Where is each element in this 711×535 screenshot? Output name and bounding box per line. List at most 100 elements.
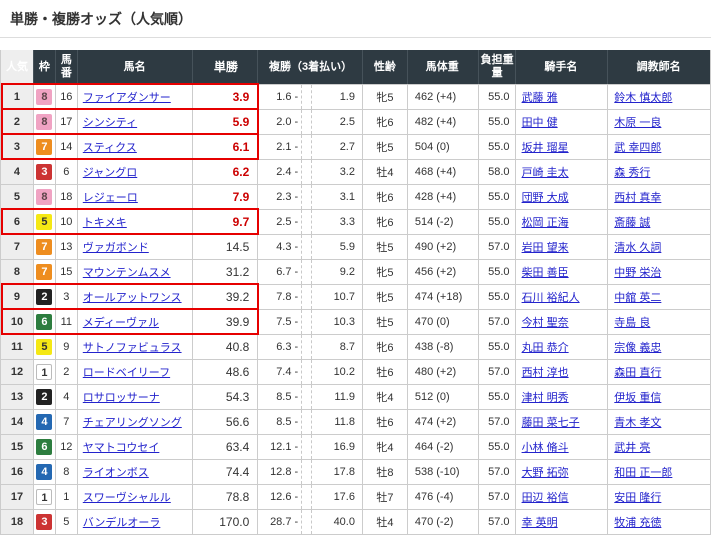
horse-name-link[interactable]: シンシティ	[83, 114, 137, 130]
place-low: 2.0	[258, 116, 291, 128]
horse-number: 7	[56, 410, 78, 434]
horse-weight: 504 (0)	[408, 135, 479, 159]
jockey-link[interactable]: 団野 大成	[522, 189, 569, 205]
jockey-link[interactable]: 藤田 菜七子	[522, 414, 580, 430]
place-low: 12.1	[258, 441, 291, 453]
trainer-cell: 伊坂 重信	[608, 385, 710, 409]
jockey-link[interactable]: 戸崎 圭太	[522, 164, 569, 180]
jockey-link[interactable]: 津村 明秀	[522, 389, 569, 405]
jockey-link[interactable]: 西村 淳也	[522, 364, 569, 380]
horse-name-link[interactable]: レジェーロ	[83, 189, 138, 205]
place-odds: 7.5 - 10.3	[258, 310, 363, 334]
frame-badge: 8	[36, 89, 52, 105]
sex-age: 牡4	[363, 160, 408, 184]
trainer-link[interactable]: 安田 隆行	[614, 489, 661, 505]
table-row: 18 3 5 バンデルオーラ 170.0 28.7 - 40.0 牡4 470 …	[1, 509, 710, 534]
horse-number: 2	[56, 360, 78, 384]
trainer-cell: 青木 孝文	[608, 410, 710, 434]
place-high: 3.2	[314, 166, 355, 178]
horse-name-link[interactable]: サトノファビュラス	[83, 339, 182, 355]
trainer-link[interactable]: 木原 一良	[614, 114, 661, 130]
rank-cell: 18	[1, 510, 34, 534]
horse-name-link[interactable]: トキメキ	[83, 214, 127, 230]
jockey-cell: 大野 拓弥	[516, 460, 609, 484]
trainer-link[interactable]: 和田 正一郎	[614, 464, 672, 480]
carried-weight: 55.0	[479, 210, 516, 234]
trainer-link[interactable]: 西村 真幸	[614, 189, 661, 205]
jockey-link[interactable]: 柴田 善臣	[522, 264, 569, 280]
jockey-link[interactable]: 坂井 瑠星	[522, 139, 569, 155]
horse-name-link[interactable]: ロサロッサーナ	[83, 389, 160, 405]
jockey-link[interactable]: 幸 英明	[522, 514, 558, 530]
trainer-link[interactable]: 牧浦 充徳	[614, 514, 661, 530]
place-low: 7.5	[258, 316, 291, 328]
horse-name-cell: オールアットワンス	[78, 285, 194, 309]
win-odds: 3.9	[193, 85, 258, 109]
horse-name-link[interactable]: バンデルオーラ	[83, 514, 161, 530]
jockey-link[interactable]: 丸田 恭介	[522, 339, 569, 355]
place-low: 1.6	[258, 91, 291, 103]
horse-name-link[interactable]: メディーヴァル	[83, 314, 159, 330]
table-row: 3 7 14 スティクス 6.1 2.1 - 2.7 牝5 504 (0) 55…	[1, 134, 710, 159]
place-odds: 1.6 - 1.9	[258, 85, 363, 109]
sex-age: 牡5	[363, 310, 408, 334]
trainer-link[interactable]: 武井 亮	[614, 439, 650, 455]
trainer-link[interactable]: 中舘 英二	[614, 289, 661, 305]
trainer-link[interactable]: 武 幸四郎	[614, 139, 661, 155]
horse-name-link[interactable]: ライオンボス	[83, 464, 149, 480]
sex-age: 牝5	[363, 135, 408, 159]
carried-weight: 57.0	[479, 310, 516, 334]
table-row: 10 6 11 メディーヴァル 39.9 7.5 - 10.3 牡5 470 (…	[1, 309, 710, 334]
jockey-link[interactable]: 田中 健	[522, 114, 558, 130]
horse-name-link[interactable]: チェアリングソング	[83, 414, 182, 430]
jockey-link[interactable]: 小林 脩斗	[522, 439, 569, 455]
horse-number: 16	[56, 85, 78, 109]
trainer-link[interactable]: 清水 久詞	[614, 239, 661, 255]
carried-weight: 55.0	[479, 260, 516, 284]
horse-name-cell: メディーヴァル	[78, 310, 194, 334]
sex-age: 牝5	[363, 260, 408, 284]
trainer-link[interactable]: 斎藤 誠	[614, 214, 650, 230]
horse-name-link[interactable]: ヤマトコウセイ	[83, 439, 160, 455]
horse-name-link[interactable]: ファイアダンサー	[83, 89, 171, 105]
place-divider	[301, 260, 312, 284]
place-low: 7.4	[258, 366, 291, 378]
frame-badge: 7	[36, 239, 52, 255]
jockey-link[interactable]: 今村 聖奈	[522, 314, 569, 330]
horse-name-link[interactable]: オールアットワンス	[83, 289, 182, 305]
horse-name-link[interactable]: ヴァガボンド	[83, 239, 149, 255]
horse-name-link[interactable]: ロードベイリーフ	[83, 364, 170, 380]
horse-number: 1	[56, 485, 78, 509]
sex-age: 牝5	[363, 285, 408, 309]
trainer-link[interactable]: 森田 直行	[614, 364, 661, 380]
trainer-link[interactable]: 中野 栄治	[614, 264, 661, 280]
jockey-link[interactable]: 岩田 望来	[522, 239, 569, 255]
place-odds: 2.5 - 3.3	[258, 210, 363, 234]
win-odds: 9.7	[193, 210, 258, 234]
horse-weight: 456 (+2)	[408, 260, 479, 284]
jockey-link[interactable]: 大野 拓弥	[522, 464, 569, 480]
jockey-link[interactable]: 田辺 裕信	[522, 489, 569, 505]
place-odds: 6.3 - 8.7	[258, 335, 363, 359]
horse-name-link[interactable]: マウンテンムスメ	[83, 264, 171, 280]
place-high: 10.7	[314, 291, 355, 303]
horse-name-link[interactable]: スワーヴシャルル	[83, 489, 171, 505]
page-title: 単勝・複勝オッズ（人気順）	[0, 0, 711, 37]
trainer-link[interactable]: 寺島 良	[614, 314, 650, 330]
trainer-link[interactable]: 鈴木 慎太郎	[614, 89, 672, 105]
place-divider	[301, 160, 312, 184]
horse-name-link[interactable]: スティクス	[83, 139, 137, 155]
place-high: 16.9	[314, 441, 355, 453]
trainer-link[interactable]: 伊坂 重信	[614, 389, 661, 405]
jockey-link[interactable]: 松岡 正海	[522, 214, 569, 230]
trainer-link[interactable]: 森 秀行	[614, 164, 650, 180]
jockey-link[interactable]: 石川 裕紀人	[522, 289, 580, 305]
jockey-cell: 田辺 裕信	[516, 485, 609, 509]
horse-name-link[interactable]: ジャングロ	[83, 164, 137, 180]
place-low: 6.3	[258, 341, 291, 353]
trainer-link[interactable]: 宗像 義忠	[614, 339, 661, 355]
jockey-link[interactable]: 武藤 雅	[522, 89, 558, 105]
trainer-link[interactable]: 青木 孝文	[614, 414, 661, 430]
place-low: 2.3	[258, 191, 291, 203]
place-low: 7.8	[258, 291, 291, 303]
